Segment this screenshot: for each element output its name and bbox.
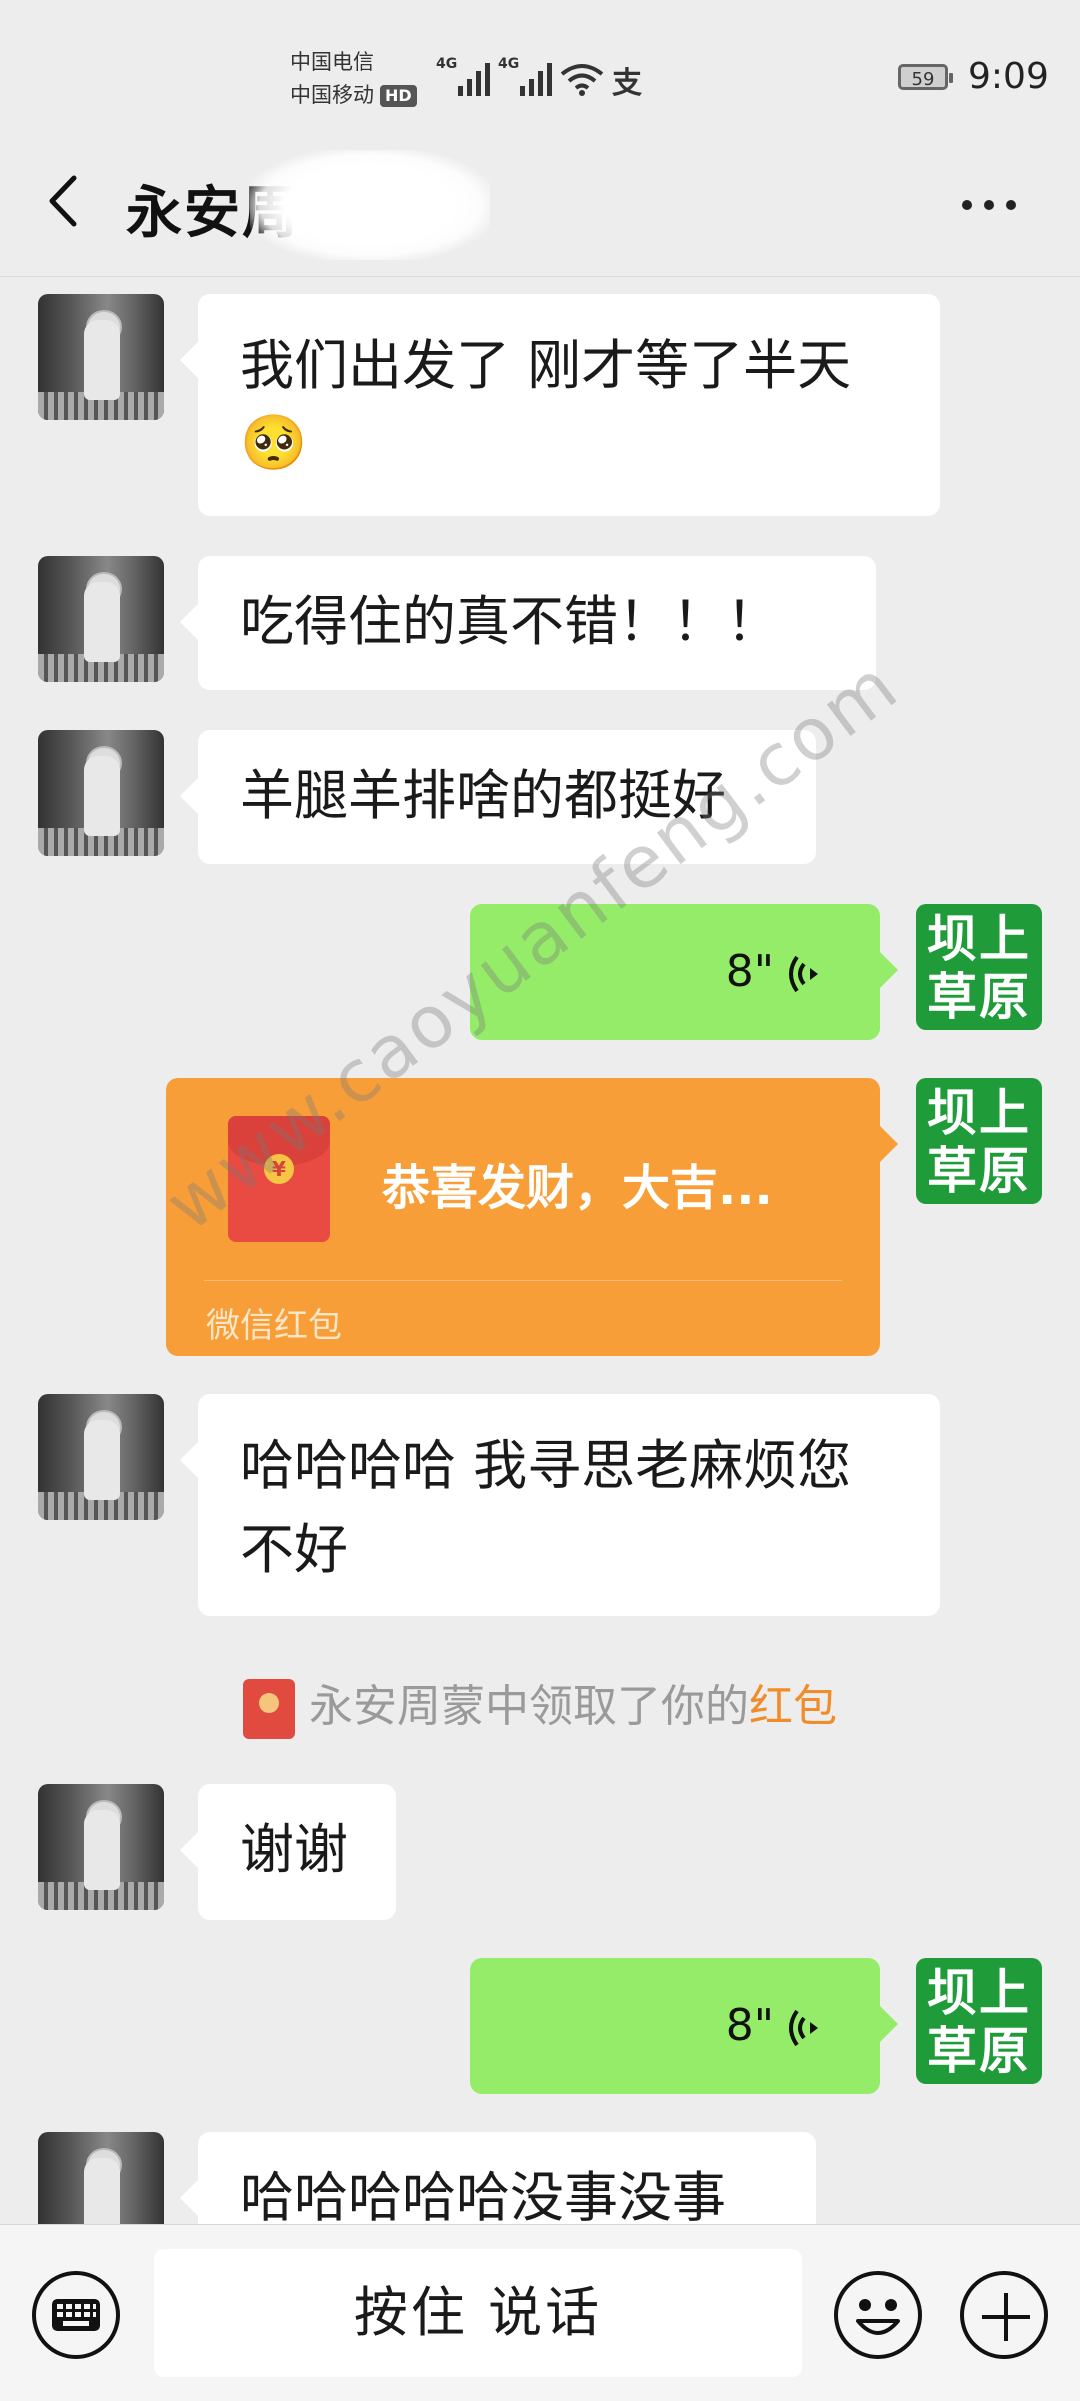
plus-icon[interactable] bbox=[960, 2271, 1048, 2359]
message-text: 谢谢 bbox=[240, 1818, 348, 1881]
voice-message-bubble[interactable]: 8" bbox=[470, 1958, 898, 2094]
carrier-2: 中国移动 bbox=[290, 83, 374, 107]
wifi-icon bbox=[560, 64, 604, 96]
network-2-label: 4G bbox=[498, 56, 520, 72]
red-packet-greeting: 恭喜发财，大吉... bbox=[382, 1160, 773, 1216]
system-notice-text: 永安周蒙中领取了你的 bbox=[309, 1681, 749, 1732]
message-text: 我们出发了 刚才等了半天 bbox=[240, 334, 852, 397]
red-packet-divider bbox=[204, 1280, 842, 1281]
input-bar: 按住 说话 bbox=[0, 2224, 1080, 2401]
red-packet-card[interactable]: ¥ 恭喜发财，大吉... 微信红包 bbox=[166, 1078, 898, 1356]
message-text: 羊腿羊排啥的都挺好 bbox=[240, 764, 726, 827]
hold-to-talk-button[interactable]: 按住 说话 bbox=[154, 2249, 802, 2377]
red-envelope-icon: ¥ bbox=[228, 1116, 330, 1242]
self-avatar-line1: 坝上 bbox=[927, 1084, 1031, 1142]
voice-duration-text: 8" bbox=[725, 2000, 774, 2051]
voice-wave-icon bbox=[789, 2009, 818, 2047]
contact-avatar[interactable] bbox=[38, 556, 164, 682]
message-text-line1: 哈哈哈哈 我寻思老麻烦您 bbox=[240, 1434, 852, 1497]
alipay-icon: 支 bbox=[612, 66, 642, 101]
carrier-1: 中国电信 bbox=[290, 50, 374, 74]
battery-icon: 59 bbox=[898, 64, 953, 90]
more-dots-icon[interactable] bbox=[950, 180, 1030, 230]
self-avatar[interactable]: 坝上 草原 bbox=[916, 1958, 1042, 2084]
keyboard-icon[interactable] bbox=[32, 2271, 120, 2359]
hd-badge: HD bbox=[380, 85, 417, 107]
red-packet-link[interactable]: 红包 bbox=[749, 1681, 837, 1732]
self-avatar[interactable]: 坝上 草原 bbox=[916, 904, 1042, 1030]
system-notice: 永安周蒙中领取了你的红包 bbox=[0, 1670, 1080, 1739]
voice-duration-text: 8" bbox=[725, 946, 774, 997]
network-1-label: 4G bbox=[436, 56, 458, 72]
message-text: 吃得住的真不错！！！ bbox=[240, 590, 780, 653]
message-bubble[interactable]: 我们出发了 刚才等了半天 🥺 bbox=[180, 294, 940, 516]
self-avatar-line1: 坝上 bbox=[927, 910, 1031, 968]
message-bubble[interactable]: 吃得住的真不错！！！ bbox=[180, 556, 876, 690]
carrier-info: 中国电信 中国移动 HD bbox=[290, 46, 417, 112]
message-bubble[interactable]: 哈哈哈哈 我寻思老麻烦您 不好 bbox=[180, 1394, 940, 1616]
contact-avatar[interactable] bbox=[38, 294, 164, 420]
red-envelope-coin: ¥ bbox=[264, 1154, 294, 1184]
self-avatar-line2: 草原 bbox=[927, 1142, 1031, 1200]
red-envelope-icon bbox=[243, 1679, 295, 1739]
emoji-pleading-icon: 🥺 bbox=[240, 411, 308, 474]
self-avatar[interactable]: 坝上 草原 bbox=[916, 1078, 1042, 1204]
voice-wave-icon bbox=[789, 955, 818, 993]
self-avatar-line1: 坝上 bbox=[927, 1964, 1031, 2022]
message-text-line2: 不好 bbox=[240, 1518, 348, 1581]
voice-duration: 8" bbox=[726, 946, 824, 997]
chat-header: 永安周 bbox=[0, 130, 1080, 277]
contact-avatar[interactable] bbox=[38, 730, 164, 856]
voice-message-bubble[interactable]: 8" bbox=[470, 904, 898, 1040]
message-bubble[interactable]: 羊腿羊排啥的都挺好 bbox=[180, 730, 816, 864]
back-icon[interactable] bbox=[36, 166, 96, 236]
self-avatar-line2: 草原 bbox=[927, 2022, 1031, 2080]
clock: 9:09 bbox=[968, 56, 1049, 97]
red-packet-label: 微信红包 bbox=[206, 1306, 342, 1346]
name-redaction bbox=[250, 150, 490, 260]
voice-duration: 8" bbox=[726, 2000, 824, 2051]
self-avatar-line2: 草原 bbox=[927, 968, 1031, 1026]
contact-avatar[interactable] bbox=[38, 1394, 164, 1520]
message-bubble[interactable]: 谢谢 bbox=[180, 1784, 396, 1920]
status-bar: 中国电信 中国移动 HD 4G 4G 支 59 9:09 bbox=[0, 0, 1080, 130]
emoji-icon[interactable] bbox=[834, 2271, 922, 2359]
contact-avatar[interactable] bbox=[38, 1784, 164, 1910]
